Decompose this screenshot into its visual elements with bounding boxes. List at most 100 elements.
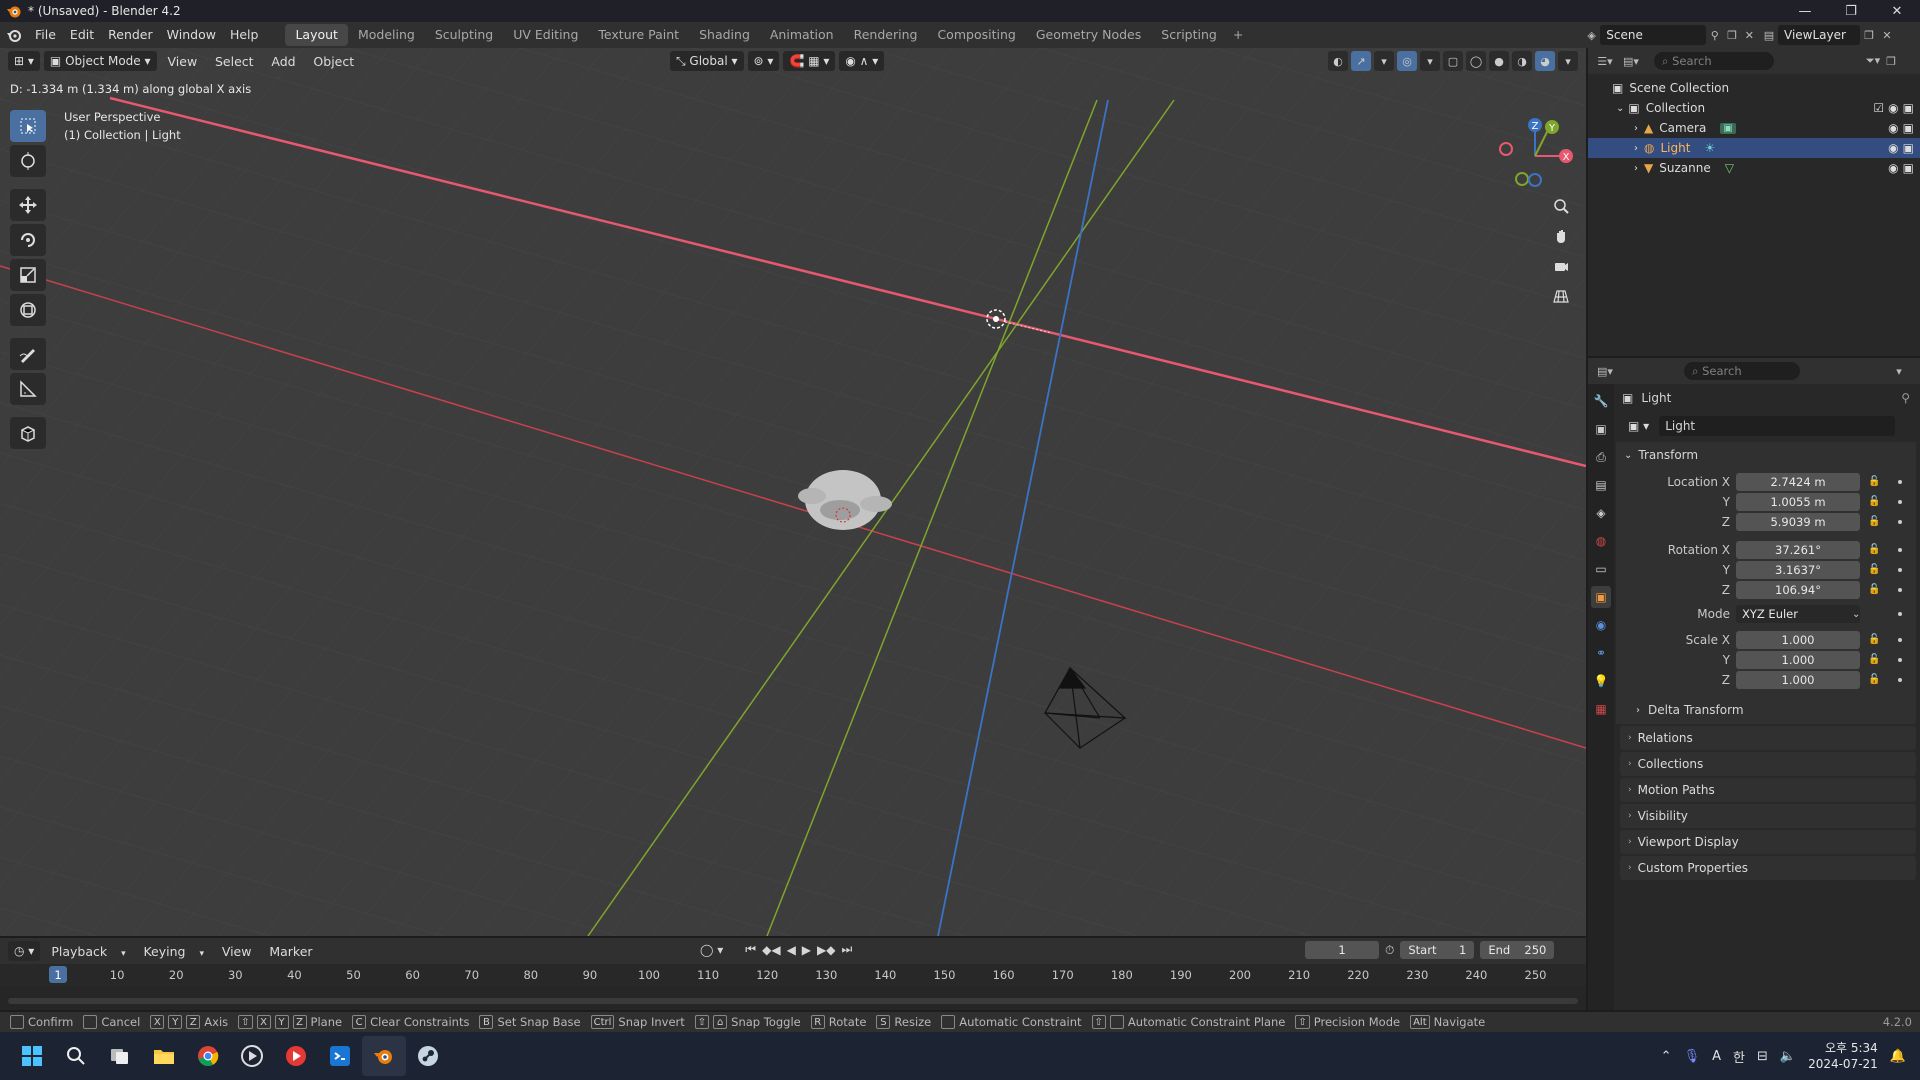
keyframe-dot-icon[interactable]: [1898, 638, 1902, 642]
keyframe-dot-icon[interactable]: [1898, 500, 1902, 504]
timeline-editor-icon[interactable]: ◷ ▾: [8, 941, 41, 961]
outliner-search-input[interactable]: ⌕ Search: [1654, 52, 1774, 70]
tab-modeling[interactable]: Modeling: [348, 24, 425, 46]
screen-recorder-icon[interactable]: [274, 1036, 318, 1076]
rendered-shading-icon[interactable]: ◕: [1535, 51, 1555, 71]
rotation-y-field[interactable]: 3.1637°: [1736, 561, 1860, 579]
annotate-tool-icon[interactable]: [10, 338, 46, 370]
eye-icon[interactable]: ◉: [1888, 141, 1898, 155]
rotate-tool-icon[interactable]: [10, 224, 46, 256]
render-camera-icon[interactable]: ▣: [1903, 101, 1914, 115]
menu-help[interactable]: Help: [223, 24, 266, 46]
play-icon[interactable]: ▶: [802, 943, 811, 957]
lock-icon[interactable]: 🔓: [1868, 496, 1880, 508]
collection-tab-icon[interactable]: ▭: [1591, 558, 1611, 580]
chrome-icon[interactable]: [186, 1036, 230, 1076]
blender-taskbar-icon[interactable]: [362, 1036, 406, 1076]
timeline-ruler[interactable]: 1 10 20 30 40 50 60 70 80 90 100 110 120 130 140 150 160…: [0, 964, 1586, 986]
menu-timeline-view[interactable]: View: [215, 944, 259, 959]
network-icon[interactable]: ⊟: [1757, 1049, 1768, 1064]
scene-name-field[interactable]: Scene: [1600, 25, 1707, 45]
menu-object[interactable]: Object: [306, 54, 361, 69]
properties-options-icon[interactable]: ▾: [1890, 362, 1908, 380]
rotation-mode-dropdown[interactable]: XYZ Euler: [1736, 605, 1860, 623]
outliner-item-light[interactable]: › ◍ Light ☀ ◉ ▣: [1588, 138, 1920, 158]
scene-collection-row[interactable]: ▣ Scene Collection: [1588, 78, 1920, 98]
location-z-field[interactable]: 5.9039 m: [1736, 513, 1860, 531]
menu-window[interactable]: Window: [160, 24, 223, 46]
cursor-tool-icon[interactable]: [10, 145, 46, 177]
expand-chevron-icon[interactable]: ›: [1634, 123, 1638, 134]
scale-z-field[interactable]: 1.000: [1736, 671, 1860, 689]
display-mode-icon[interactable]: ▤▾: [1618, 52, 1644, 70]
relations-panel[interactable]: › Relations: [1620, 726, 1916, 750]
menu-marker[interactable]: Marker: [262, 944, 319, 959]
gizmo-icon[interactable]: ↗: [1351, 51, 1371, 71]
include-checkbox[interactable]: ☑: [1873, 101, 1884, 115]
expand-chevron-icon[interactable]: ›: [1634, 163, 1638, 174]
keyframe-dot-icon[interactable]: [1898, 548, 1902, 552]
material-shading-icon[interactable]: ◑: [1512, 51, 1532, 71]
navigation-gizmo[interactable]: Z X Y: [1495, 116, 1575, 196]
texture-tab-icon[interactable]: ▦: [1591, 698, 1611, 720]
scene-icon[interactable]: ◈: [1583, 26, 1600, 44]
custom-properties-panel[interactable]: › Custom Properties: [1620, 856, 1916, 880]
tab-geometry-nodes[interactable]: Geometry Nodes: [1026, 24, 1151, 46]
tab-scripting[interactable]: Scripting: [1151, 24, 1227, 46]
volume-icon[interactable]: 🔈: [1780, 1049, 1796, 1064]
overlays-icon[interactable]: ◎: [1397, 51, 1417, 71]
search-icon[interactable]: [54, 1036, 98, 1076]
blender-menu-icon[interactable]: [0, 27, 28, 43]
delta-transform-subpanel[interactable]: › Delta Transform: [1616, 700, 1916, 720]
keyframe-dot-icon[interactable]: [1898, 480, 1902, 484]
render-camera-icon[interactable]: ▣: [1903, 161, 1914, 175]
ime-mode-indicator[interactable]: A: [1712, 1049, 1721, 1064]
datablock-name-field[interactable]: Light: [1659, 416, 1896, 436]
editor-type-icon[interactable]: ⊞ ▾: [8, 51, 40, 71]
new-collection-icon[interactable]: ❐: [1882, 52, 1900, 70]
new-scene-icon[interactable]: ❐: [1723, 26, 1740, 44]
light-data-tab-icon[interactable]: 💡: [1591, 670, 1611, 692]
visibility-icon[interactable]: ◐: [1328, 51, 1348, 71]
location-y-field[interactable]: 1.0055 m: [1736, 493, 1860, 511]
tab-texture-paint[interactable]: Texture Paint: [588, 24, 689, 46]
lock-icon[interactable]: 🔓: [1868, 476, 1880, 488]
menu-select[interactable]: Select: [208, 54, 261, 69]
expand-chevron-icon[interactable]: ›: [1634, 143, 1638, 154]
lock-icon[interactable]: 🔓: [1868, 584, 1880, 596]
view-layer-tab-icon[interactable]: ▤: [1591, 474, 1611, 496]
location-x-field[interactable]: 2.7424 m: [1736, 473, 1860, 491]
timeline-scrollbar[interactable]: [8, 998, 1578, 1004]
add-cube-tool-icon[interactable]: [10, 417, 46, 449]
tool-tab-icon[interactable]: 🔧: [1591, 390, 1611, 412]
mesh-data-icon[interactable]: ▽: [1725, 161, 1734, 175]
menu-render[interactable]: Render: [101, 24, 160, 46]
eye-icon[interactable]: ◉: [1888, 161, 1898, 175]
collapse-chevron-icon[interactable]: ⌄: [1616, 103, 1624, 114]
visibility-panel[interactable]: › Visibility: [1620, 804, 1916, 828]
vscode-icon[interactable]: [318, 1036, 362, 1076]
delete-view-layer-icon[interactable]: ✕: [1878, 26, 1896, 44]
world-tab-icon[interactable]: ◍: [1591, 530, 1611, 552]
wireframe-shading-icon[interactable]: ◯: [1466, 51, 1486, 71]
auto-keying-icon[interactable]: ◯ ▾: [700, 943, 723, 957]
light-data-icon[interactable]: ☀: [1704, 141, 1715, 155]
move-tool-icon[interactable]: [10, 189, 46, 221]
end-frame-field[interactable]: End 250: [1480, 941, 1555, 959]
lock-icon[interactable]: 🔓: [1868, 634, 1880, 646]
motion-paths-panel[interactable]: › Motion Paths: [1620, 778, 1916, 802]
pan-hand-icon[interactable]: [1549, 224, 1573, 248]
menu-file[interactable]: File: [28, 24, 63, 46]
pivot-icon[interactable]: ⊚ ▾: [747, 51, 780, 71]
lock-icon[interactable]: 🔓: [1868, 654, 1880, 666]
keyframe-dot-icon[interactable]: [1898, 588, 1902, 592]
datablock-type-dropdown[interactable]: ▣ ▾: [1622, 416, 1656, 436]
current-frame-field[interactable]: 1: [1305, 941, 1379, 959]
tab-sculpting[interactable]: Sculpting: [425, 24, 503, 46]
menu-view[interactable]: View: [161, 54, 205, 69]
lock-icon[interactable]: 🔓: [1868, 564, 1880, 576]
rotation-z-field[interactable]: 106.94°: [1736, 581, 1860, 599]
shading-dropdown-icon[interactable]: ▾: [1558, 51, 1578, 71]
transform-panel-header[interactable]: ⌄ Transform: [1616, 442, 1916, 468]
scene-tab-icon[interactable]: ◈: [1591, 502, 1611, 524]
